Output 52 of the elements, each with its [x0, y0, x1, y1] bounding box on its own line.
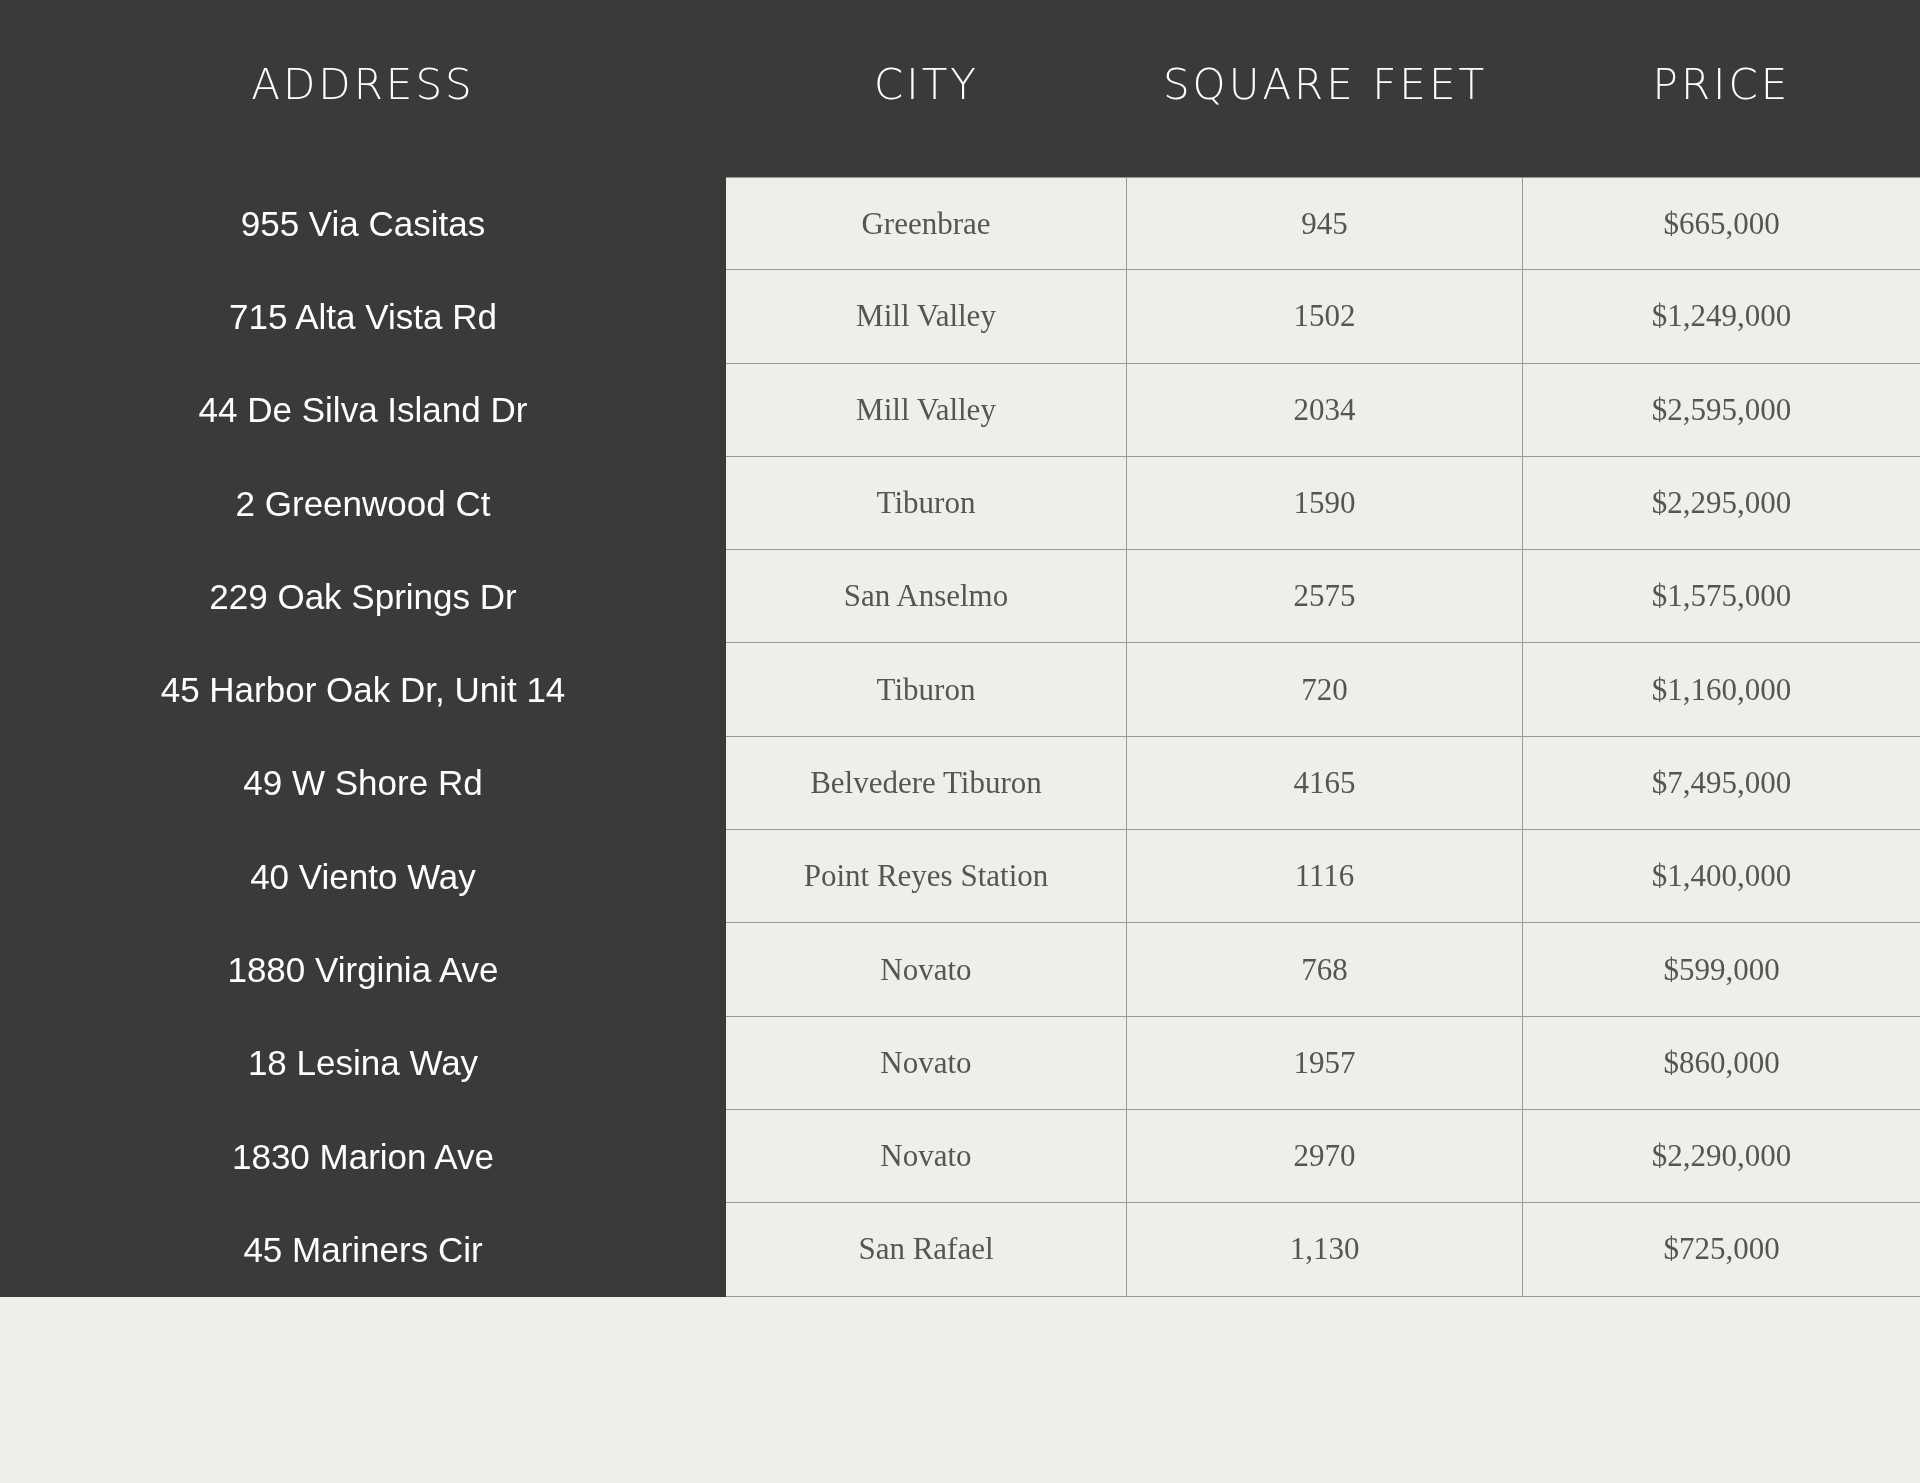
address-cell: 49 W Shore Rd: [243, 763, 483, 804]
address-cell: 1880 Virginia Ave: [227, 950, 499, 990]
square-feet-cell: 945: [1301, 205, 1348, 242]
address-cell: 2 Greenwood Ct: [235, 483, 491, 524]
square-feet-cell: 1957: [1293, 1044, 1356, 1081]
column-header: PRICE: [1652, 60, 1791, 109]
square-feet-cell: 1590: [1293, 485, 1356, 522]
price-cell: $1,160,000: [1651, 671, 1792, 708]
price-cell: $725,000: [1663, 1231, 1780, 1268]
square-feet-cell: 720: [1301, 671, 1348, 708]
address-cell: 955 Via Casitas: [240, 203, 486, 244]
address-cell: 715 Alta Vista Rd: [229, 296, 497, 337]
price-cell: $665,000: [1663, 205, 1780, 242]
price-cell: $2,290,000: [1651, 1138, 1792, 1175]
address-cell: 45 Mariners Cir: [243, 1229, 483, 1270]
price-cell: $2,595,000: [1651, 391, 1792, 428]
address-cell: 229 Oak Springs Dr: [209, 576, 517, 617]
square-feet-cell: 2970: [1293, 1138, 1356, 1175]
column-header: CITY: [874, 60, 979, 109]
city-cell: Novato: [880, 1138, 972, 1175]
city-cell: Belvedere Tiburon: [810, 764, 1042, 801]
city-cell: Novato: [880, 951, 972, 988]
square-feet-cell: 1116: [1294, 858, 1355, 895]
price-cell: $1,400,000: [1651, 858, 1792, 895]
city-cell: Mill Valley: [856, 298, 996, 335]
city-cell: Point Reyes Station: [803, 858, 1049, 895]
address-cell: 1830 Marion Ave: [231, 1136, 494, 1177]
price-cell: $7,495,000: [1651, 764, 1792, 801]
city-cell: Tiburon: [876, 485, 976, 522]
price-cell: $2,295,000: [1651, 485, 1792, 522]
city-cell: Novato: [880, 1044, 972, 1081]
square-feet-cell: 1,130: [1289, 1231, 1360, 1268]
square-feet-cell: 1502: [1293, 298, 1356, 335]
city-cell: San Rafael: [858, 1231, 994, 1268]
address-cell: 40 Viento Way: [250, 856, 476, 897]
square-feet-cell: 768: [1301, 951, 1348, 988]
address-cell: 45 Harbor Oak Dr, Unit 14: [160, 670, 566, 711]
city-cell: San Anselmo: [843, 578, 1009, 615]
square-feet-cell: 2575: [1293, 578, 1356, 615]
price-cell: $1,575,000: [1651, 578, 1792, 615]
square-feet-cell: 4165: [1293, 764, 1356, 801]
price-cell: $860,000: [1663, 1044, 1780, 1081]
city-cell: Tiburon: [876, 671, 976, 708]
city-cell: Mill Valley: [856, 391, 996, 428]
column-header: ADDRESS: [251, 60, 475, 109]
price-cell: $1,249,000: [1651, 298, 1792, 335]
city-cell: Greenbrae: [861, 205, 991, 242]
column-header: SQUARE FEET: [1162, 60, 1488, 109]
square-feet-cell: 2034: [1293, 391, 1356, 428]
price-cell: $599,000: [1663, 951, 1780, 988]
address-cell: 18 Lesina Way: [247, 1043, 479, 1084]
address-cell: 44 De Silva Island Dr: [198, 390, 528, 431]
